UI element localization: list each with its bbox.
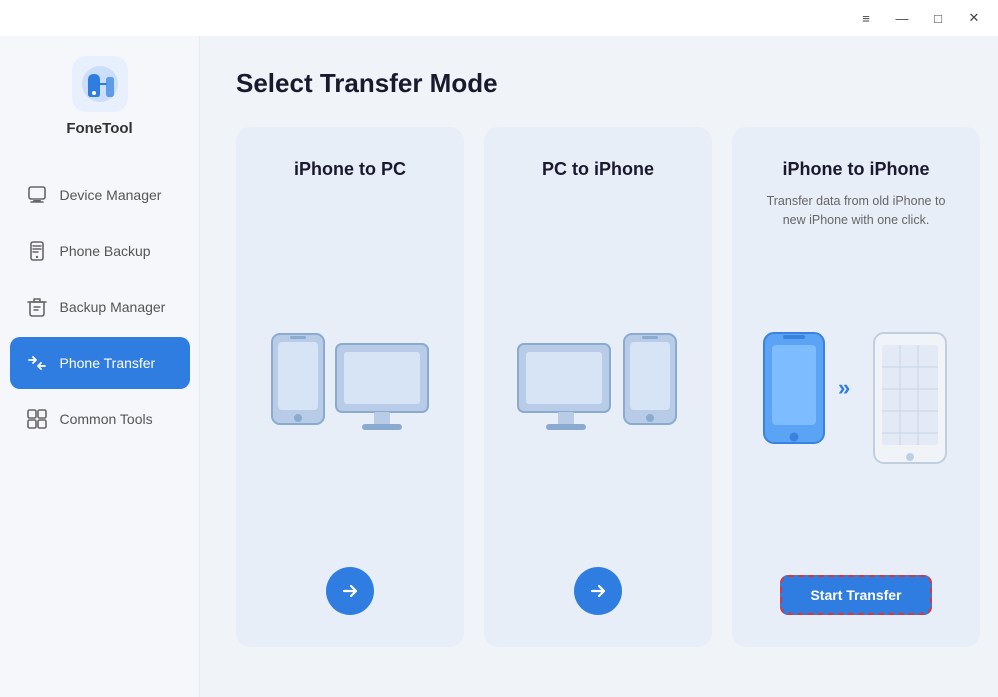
card-title: iPhone to iPhone: [783, 159, 930, 180]
iphone-iphone-svg: »: [756, 323, 956, 473]
card-arrow-action: [574, 567, 622, 615]
pc-to-iphone-illustration: [508, 244, 688, 543]
sidebar-item-label: Backup Manager: [60, 299, 166, 315]
pc-to-iphone-card: PC to iPhone: [484, 127, 712, 647]
sidebar-item-backup-manager[interactable]: Backup Manager: [10, 281, 190, 333]
iphone-to-iphone-illustration: »: [756, 246, 956, 552]
iphone-to-pc-arrow-button[interactable]: [326, 567, 374, 615]
sidebar-item-device-manager[interactable]: Device Manager: [10, 169, 190, 221]
card-title: PC to iPhone: [542, 159, 654, 180]
app-logo-icon: [72, 56, 128, 112]
sidebar: FoneTool Device Manager Phone Backup: [0, 36, 200, 697]
app-name: FoneTool: [66, 120, 132, 137]
minimize-button[interactable]: —: [886, 6, 918, 30]
pc-to-iphone-arrow-button[interactable]: [574, 567, 622, 615]
card-desc: Transfer data from old iPhone to new iPh…: [756, 192, 956, 230]
pc-iphone-svg: [508, 314, 688, 474]
app-body: FoneTool Device Manager Phone Backup: [0, 36, 998, 697]
sidebar-item-label: Phone Transfer: [60, 355, 156, 371]
close-button[interactable]: ✕: [958, 6, 990, 30]
common-tools-icon: [26, 408, 48, 430]
phone-transfer-icon: [26, 352, 48, 374]
phone-backup-icon: [26, 240, 48, 262]
backup-manager-icon: [26, 296, 48, 318]
start-transfer-button[interactable]: Start Transfer: [780, 575, 931, 615]
sidebar-item-label: Common Tools: [60, 411, 153, 427]
cards-container: iPhone to PC: [236, 127, 962, 647]
iphone-to-iphone-card: iPhone to iPhone Transfer data from old …: [732, 127, 980, 647]
iphone-to-pc-card: iPhone to PC: [236, 127, 464, 647]
card-arrow-action: [326, 567, 374, 615]
svg-text:»: »: [838, 375, 850, 400]
start-transfer-action: Start Transfer: [780, 575, 931, 615]
page-title: Select Transfer Mode: [236, 68, 962, 99]
logo-container: FoneTool: [66, 56, 132, 137]
title-bar: ≡ — □ ✕: [0, 0, 998, 36]
iphone-pc-svg: [260, 314, 440, 474]
sidebar-item-common-tools[interactable]: Common Tools: [10, 393, 190, 445]
arrow-right-icon: [340, 581, 360, 601]
main-content: Select Transfer Mode iPhone to PC: [200, 36, 998, 697]
sidebar-item-label: Phone Backup: [60, 243, 151, 259]
sidebar-item-label: Device Manager: [60, 187, 162, 203]
card-title: iPhone to PC: [294, 159, 406, 180]
maximize-button[interactable]: □: [922, 6, 954, 30]
iphone-to-pc-illustration: [260, 244, 440, 543]
sidebar-item-phone-transfer[interactable]: Phone Transfer: [10, 337, 190, 389]
device-manager-icon: [26, 184, 48, 206]
menu-button[interactable]: ≡: [850, 6, 882, 30]
sidebar-item-phone-backup[interactable]: Phone Backup: [10, 225, 190, 277]
arrow-right-icon: [588, 581, 608, 601]
